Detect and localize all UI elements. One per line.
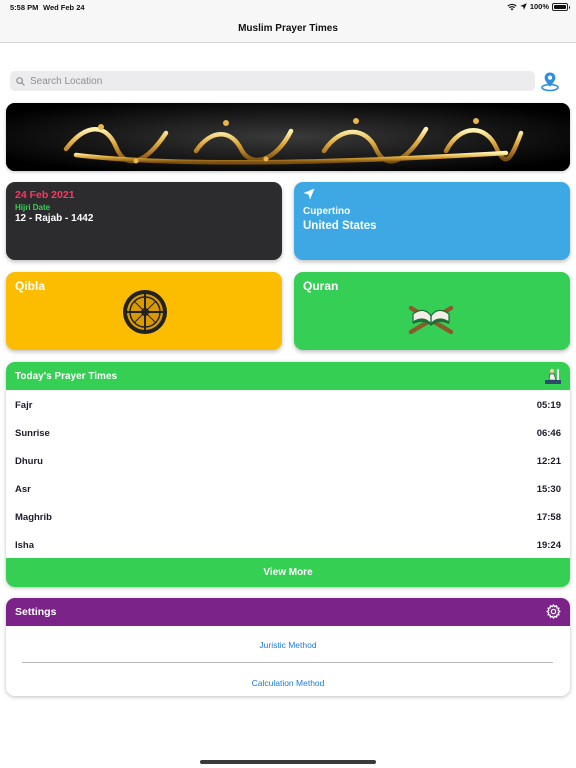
prayer-time: 06:46 bbox=[536, 428, 561, 439]
home-indicator[interactable] bbox=[200, 760, 376, 764]
prayer-name: Fajr bbox=[15, 400, 33, 411]
prayer-times-header: Today's Prayer Times bbox=[6, 362, 570, 390]
status-time: 5:58 PM bbox=[10, 3, 39, 12]
battery-icon bbox=[552, 2, 570, 11]
qibla-title: Qibla bbox=[15, 279, 46, 293]
prayer-times-title: Today's Prayer Times bbox=[15, 371, 118, 382]
location-country: United States bbox=[303, 220, 377, 232]
prayer-row-sunrise: Sunrise 06:46 bbox=[6, 423, 570, 443]
settings-divider bbox=[22, 662, 553, 663]
prayer-time: 19:24 bbox=[536, 540, 561, 551]
battery-percent: 100% bbox=[529, 2, 549, 11]
calculation-method-link[interactable]: Calculation Method bbox=[6, 678, 570, 688]
prayer-name: Sunrise bbox=[15, 428, 50, 439]
quran-book-icon bbox=[408, 305, 454, 334]
mosque-prayer-icon bbox=[545, 368, 561, 384]
search-icon bbox=[16, 76, 25, 86]
view-more-button[interactable]: View More bbox=[6, 558, 570, 587]
prayer-name: Maghrib bbox=[15, 512, 52, 523]
calligraphy-image bbox=[6, 103, 570, 171]
status-right: 100% bbox=[507, 2, 570, 11]
juristic-method-link[interactable]: Juristic Method bbox=[6, 640, 570, 650]
hijri-date-value: 12 - Rajab - 1442 bbox=[15, 213, 94, 224]
wifi-icon bbox=[507, 3, 517, 10]
prayer-row-dhuru: Dhuru 12:21 bbox=[6, 451, 570, 471]
prayer-name: Dhuru bbox=[15, 456, 43, 467]
prayer-name: Asr bbox=[15, 484, 31, 495]
navigation-bar: Muslim Prayer Times bbox=[0, 14, 576, 43]
prayer-time: 17:58 bbox=[536, 512, 561, 523]
location-pin-icon[interactable] bbox=[540, 71, 560, 92]
date-card: 24 Feb 2021 Hijri Date 12 - Rajab - 1442 bbox=[6, 182, 282, 260]
location-services-icon bbox=[520, 3, 527, 10]
prayer-time: 15:30 bbox=[536, 484, 561, 495]
prayer-row-maghrib: Maghrib 17:58 bbox=[6, 507, 570, 527]
settings-header: Settings bbox=[6, 598, 570, 626]
prayer-name: Isha bbox=[15, 540, 35, 551]
quran-title: Quran bbox=[303, 279, 339, 293]
status-bar: 5:58 PM Wed Feb 24 100% bbox=[0, 0, 576, 14]
page-title: Muslim Prayer Times bbox=[238, 23, 338, 34]
hijri-date-label: Hijri Date bbox=[15, 203, 51, 212]
settings-card: Settings Juristic Method Calculation Met… bbox=[6, 598, 570, 696]
prayer-times-card: Today's Prayer Times Fajr 05:19 Sunrise … bbox=[6, 362, 570, 587]
calligraphy-banner bbox=[6, 103, 570, 171]
location-city: Cupertino bbox=[303, 206, 351, 217]
compass-icon bbox=[123, 290, 167, 334]
prayer-time: 12:21 bbox=[536, 456, 561, 467]
location-card[interactable]: Cupertino United States bbox=[294, 182, 570, 260]
settings-title: Settings bbox=[15, 606, 57, 618]
prayer-row-isha: Isha 19:24 bbox=[6, 535, 570, 555]
gear-icon[interactable] bbox=[546, 604, 561, 619]
quran-card[interactable]: Quran bbox=[294, 272, 570, 350]
navigation-arrow-icon bbox=[303, 188, 315, 200]
search-input[interactable] bbox=[30, 75, 510, 87]
status-date: Wed Feb 24 bbox=[43, 3, 85, 12]
gregorian-date: 24 Feb 2021 bbox=[15, 189, 75, 201]
prayer-time: 05:19 bbox=[536, 400, 561, 411]
qibla-card[interactable]: Qibla bbox=[6, 272, 282, 350]
search-bar[interactable] bbox=[10, 71, 535, 91]
prayer-row-asr: Asr 15:30 bbox=[6, 479, 570, 499]
prayer-row-fajr: Fajr 05:19 bbox=[6, 395, 570, 415]
